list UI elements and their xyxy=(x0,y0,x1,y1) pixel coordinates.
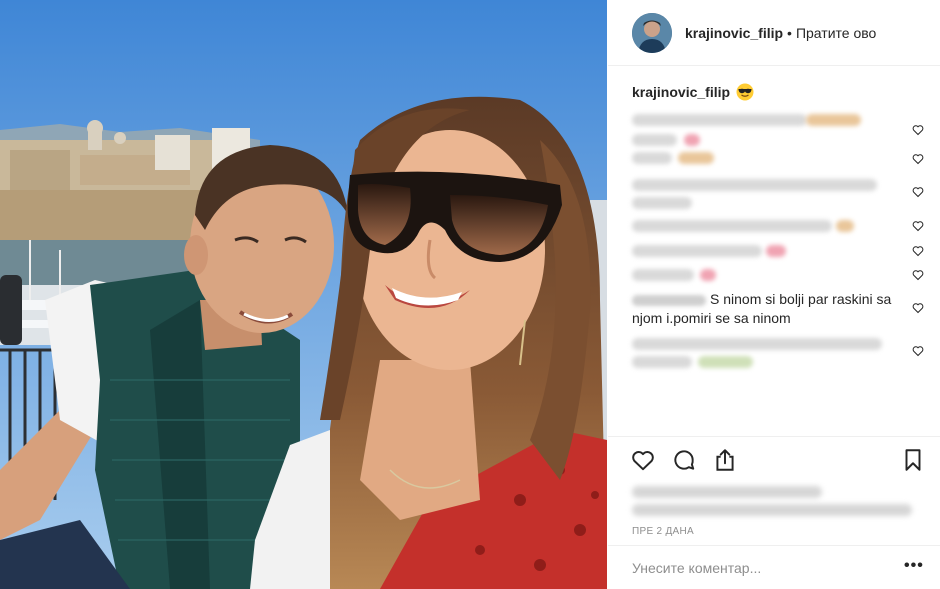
blurred-emoji xyxy=(698,356,753,368)
header-username[interactable]: krajinovic_filip xyxy=(685,25,783,41)
header-text: krajinovic_filip • Пратите ово xyxy=(685,25,876,41)
small-heart-icon[interactable] xyxy=(912,220,924,232)
blurred-comment-text xyxy=(632,245,762,257)
action-bar xyxy=(608,436,940,482)
sunglasses-emoji-icon xyxy=(736,83,754,101)
selfie-photo-illustration xyxy=(0,0,607,589)
comment-input[interactable] xyxy=(632,558,872,578)
avatar-image xyxy=(632,12,672,53)
list-item xyxy=(608,150,940,174)
list-item xyxy=(608,242,940,262)
add-comment-section: ••• xyxy=(608,545,940,589)
blurred-comment-text xyxy=(632,197,692,209)
blurred-comment-text xyxy=(632,356,692,368)
heart-icon[interactable] xyxy=(630,447,656,473)
separator-dot: • xyxy=(787,24,792,41)
blurred-comment-text xyxy=(632,152,672,164)
post-photo xyxy=(0,0,607,589)
blurred-comment-text xyxy=(632,114,807,126)
comment-bubble-icon[interactable] xyxy=(671,447,697,473)
list-item xyxy=(608,110,940,146)
blurred-likes-text xyxy=(632,504,912,516)
small-heart-icon[interactable] xyxy=(912,345,924,357)
list-item: S ninom si bolji par raskini sa njom i.p… xyxy=(608,290,940,334)
small-heart-icon[interactable] xyxy=(912,245,924,257)
blurred-emoji xyxy=(684,134,700,146)
small-heart-icon[interactable] xyxy=(912,124,924,136)
avatar[interactable] xyxy=(632,12,672,53)
blurred-commenter-name[interactable] xyxy=(632,294,706,306)
blurred-comment-text xyxy=(632,179,877,191)
blurred-emoji xyxy=(678,152,714,164)
blurred-comment-text xyxy=(632,134,677,146)
list-item xyxy=(608,336,940,372)
small-heart-icon[interactable] xyxy=(912,269,924,281)
blurred-comment-text xyxy=(632,269,694,281)
blurred-emoji xyxy=(806,114,861,126)
list-item xyxy=(608,266,940,286)
post-date[interactable]: ПРЕ 2 ДАНА xyxy=(632,526,694,537)
list-item xyxy=(608,177,940,213)
blurred-comment-text xyxy=(632,338,882,350)
blurred-emoji xyxy=(766,245,786,257)
small-heart-icon[interactable] xyxy=(912,302,924,314)
comment-row: S ninom si bolji par raskini sa njom i.p… xyxy=(632,290,902,328)
caption-username[interactable]: krajinovic_filip xyxy=(632,84,730,100)
follow-link[interactable]: Пратите ово xyxy=(796,25,876,41)
small-heart-icon[interactable] xyxy=(912,186,924,198)
blurred-likes-text xyxy=(632,486,822,498)
blurred-emoji xyxy=(700,269,716,281)
blurred-emoji xyxy=(836,220,854,232)
post-sidebar: krajinovic_filip • Пратите ово krajinovi… xyxy=(608,0,940,589)
small-heart-icon[interactable] xyxy=(912,153,924,165)
share-icon[interactable] xyxy=(712,447,738,473)
more-options-button[interactable]: ••• xyxy=(904,556,924,576)
bookmark-icon[interactable] xyxy=(900,447,926,473)
post-header: krajinovic_filip • Пратите ово xyxy=(608,0,940,66)
caption: krajinovic_filip xyxy=(632,83,754,101)
list-item xyxy=(608,217,940,237)
blurred-comment-text xyxy=(632,220,832,232)
